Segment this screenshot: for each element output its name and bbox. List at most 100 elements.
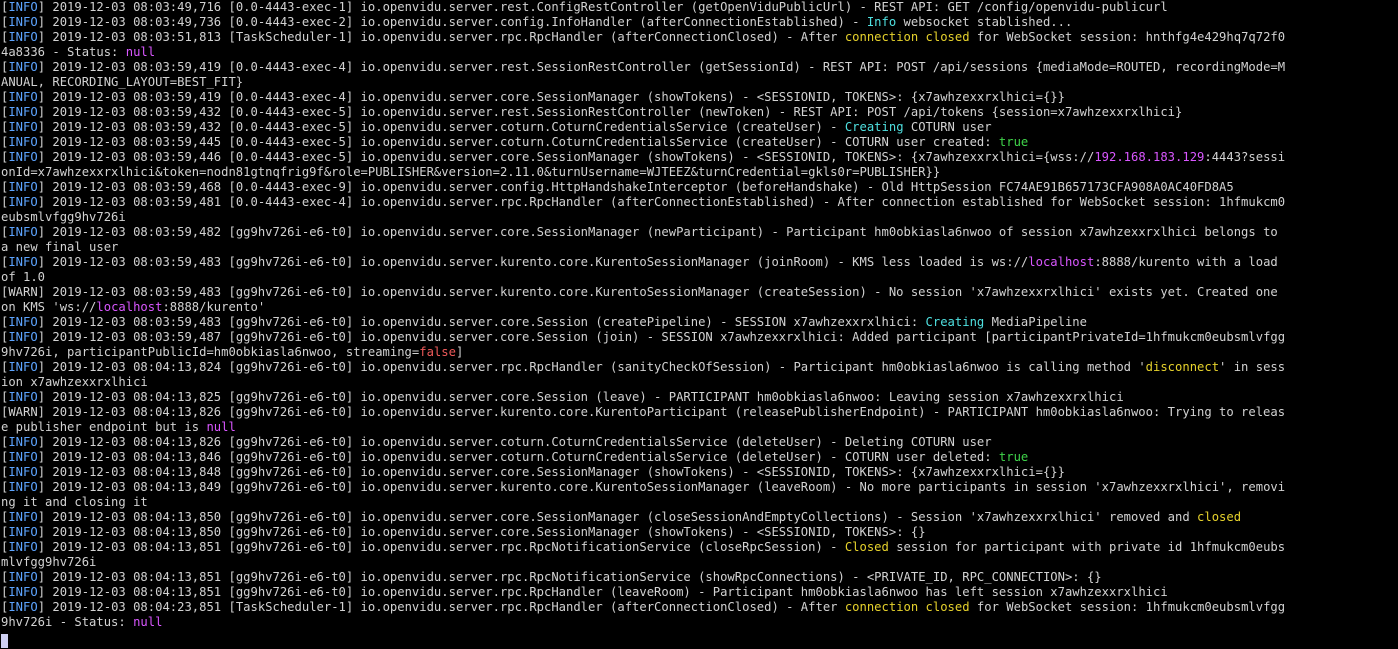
log-segment: ] 2019-12-03 08:04:13,851 [gg9hv726i-e6-… <box>37 585 1168 599</box>
log-segment: ] 2019-12-03 08:04:13,825 [gg9hv726i-e6-… <box>37 390 1124 404</box>
log-line: [INFO] 2019-12-03 08:04:13,826 [gg9hv726… <box>1 435 1398 450</box>
log-line: [INFO] 2019-12-03 08:03:49,736 [0.0-4443… <box>1 15 1398 30</box>
log-segment: ] 2019-12-03 08:03:59,482 [gg9hv726i-e6-… <box>37 225 1278 239</box>
log-segment: ' in sess <box>1219 360 1286 374</box>
log-segment: INFO <box>8 0 38 14</box>
log-line: [WARN] 2019-12-03 08:03:59,483 [gg9hv726… <box>1 285 1398 300</box>
log-line: [INFO] 2019-12-03 08:04:13,850 [gg9hv726… <box>1 510 1398 525</box>
log-segment: closed <box>925 30 970 44</box>
log-segment: INFO <box>8 90 38 104</box>
log-segment: connection <box>844 600 919 614</box>
log-segment: null <box>133 615 163 629</box>
log-segment: ] <box>455 345 464 359</box>
log-segment: INFO <box>8 15 38 29</box>
log-line: [INFO] 2019-12-03 08:04:13,846 [gg9hv726… <box>1 450 1398 465</box>
log-segment: [WARN] 2019-12-03 08:04:13,826 [gg9hv726… <box>1 405 1286 419</box>
log-segment: INFO <box>8 195 38 209</box>
log-segment: ] 2019-12-03 08:04:13,851 [gg9hv726i-e6-… <box>37 570 1102 584</box>
log-segment: a new final user <box>1 240 119 254</box>
log-segment: localhost <box>96 300 163 314</box>
log-segment: ] 2019-12-03 08:03:49,736 [0.0-4443-exec… <box>37 15 867 29</box>
log-line: [INFO] 2019-12-03 08:03:59,419 [0.0-4443… <box>1 90 1398 105</box>
log-segment: ] 2019-12-03 08:03:51,813 [TaskScheduler… <box>37 30 845 44</box>
log-segment: ] 2019-12-03 08:04:23,851 [TaskScheduler… <box>37 600 845 614</box>
log-segment: closed <box>925 600 970 614</box>
log-line: [INFO] 2019-12-03 08:03:59,432 [0.0-4443… <box>1 105 1398 120</box>
log-segment: INFO <box>8 570 38 584</box>
log-segment: true <box>998 450 1029 464</box>
log-segment: INFO <box>8 315 38 329</box>
log-segment: INFO <box>8 30 38 44</box>
log-segment: ] 2019-12-03 08:04:13,851 [gg9hv726i-e6-… <box>37 540 845 554</box>
log-segment: INFO <box>8 360 38 374</box>
log-segment: ] 2019-12-03 08:03:59,419 [0.0-4443-exec… <box>37 60 1286 74</box>
log-segment <box>918 600 925 614</box>
log-segment: :4443?sessi <box>1204 150 1286 164</box>
log-line: a new final user <box>1 240 1398 255</box>
log-line: 9hv726i - Status: null <box>1 615 1398 630</box>
log-segment: on KMS 'ws:// <box>1 300 97 314</box>
log-line: [INFO] 2019-12-03 08:04:13,824 [gg9hv726… <box>1 360 1398 375</box>
log-segment: INFO <box>8 510 38 524</box>
log-segment: MediaPipeline <box>984 315 1087 329</box>
log-segment: ] 2019-12-03 08:03:59,446 [0.0-4443-exec… <box>37 150 1095 164</box>
log-segment: ] 2019-12-03 08:03:59,468 [0.0-4443-exec… <box>37 180 1234 194</box>
log-output: [INFO] 2019-12-03 08:03:49,716 [0.0-4443… <box>1 0 1398 630</box>
log-line: 4a8336 - Status: null <box>1 45 1398 60</box>
log-segment: false <box>419 345 456 359</box>
log-segment: ] 2019-12-03 08:04:13,824 [gg9hv726i-e6-… <box>37 360 1146 374</box>
log-segment: true <box>998 135 1029 149</box>
log-line: [INFO] 2019-12-03 08:03:59,487 [gg9hv726… <box>1 330 1398 345</box>
log-line: [INFO] 2019-12-03 08:04:13,850 [gg9hv726… <box>1 525 1398 540</box>
log-segment: INFO <box>8 465 38 479</box>
log-line: [INFO] 2019-12-03 08:03:59,481 [0.0-4443… <box>1 195 1398 210</box>
log-segment: ] 2019-12-03 08:04:13,846 [gg9hv726i-e6-… <box>37 450 999 464</box>
log-line: [INFO] 2019-12-03 08:03:59,483 [gg9hv726… <box>1 255 1398 270</box>
log-segment: Info <box>866 15 897 29</box>
log-line: [INFO] 2019-12-03 08:04:13,851 [gg9hv726… <box>1 540 1398 555</box>
log-segment: INFO <box>8 150 38 164</box>
log-segment: INFO <box>8 540 38 554</box>
log-segment: INFO <box>8 135 38 149</box>
log-segment: Creating <box>844 120 904 134</box>
log-line: [INFO] 2019-12-03 08:04:13,851 [gg9hv726… <box>1 570 1398 585</box>
log-line: [INFO] 2019-12-03 08:04:23,851 [TaskSche… <box>1 600 1398 615</box>
log-segment: Closed <box>844 540 889 554</box>
log-segment: ion x7awhzexxrxlhici <box>1 375 148 389</box>
log-segment: [WARN] 2019-12-03 08:03:59,483 [gg9hv726… <box>1 285 1278 299</box>
log-line: mlvfgg9hv726i <box>1 555 1398 570</box>
log-segment: null <box>125 45 156 59</box>
log-line: [WARN] 2019-12-03 08:04:13,826 [gg9hv726… <box>1 405 1398 420</box>
log-line: [INFO] 2019-12-03 08:04:13,849 [gg9hv726… <box>1 480 1398 495</box>
log-segment: ] 2019-12-03 08:03:49,716 [0.0-4443-exec… <box>37 0 1168 14</box>
log-segment: 4a8336 - Status: <box>1 45 126 59</box>
log-segment: ] 2019-12-03 08:03:59,432 [0.0-4443-exec… <box>37 105 1183 119</box>
log-line: ion x7awhzexxrxlhici <box>1 375 1398 390</box>
log-line: [INFO] 2019-12-03 08:03:59,468 [0.0-4443… <box>1 180 1398 195</box>
log-segment <box>918 30 925 44</box>
log-segment: ] 2019-12-03 08:03:59,432 [0.0-4443-exec… <box>37 120 845 134</box>
log-segment: ng it and closing it <box>1 495 148 509</box>
log-line: [INFO] 2019-12-03 08:03:59,482 [gg9hv726… <box>1 225 1398 240</box>
log-segment: closed <box>1197 510 1242 524</box>
log-line: e publisher endpoint but is null <box>1 420 1398 435</box>
log-segment: ] 2019-12-03 08:04:13,850 [gg9hv726i-e6-… <box>37 525 926 539</box>
log-segment: ] 2019-12-03 08:04:13,848 [gg9hv726i-e6-… <box>37 465 1065 479</box>
log-segment: for WebSocket session: 1hfmukcm0eubsmlvf… <box>969 600 1286 614</box>
log-segment: null <box>206 420 236 434</box>
log-segment: websocket stablished... <box>896 15 1073 29</box>
log-line: ng it and closing it <box>1 495 1398 510</box>
terminal-window[interactable]: [INFO] 2019-12-03 08:03:49,716 [0.0-4443… <box>0 0 1398 649</box>
log-segment: ] 2019-12-03 08:04:13,849 [gg9hv726i-e6-… <box>37 480 1286 494</box>
log-segment: INFO <box>8 120 38 134</box>
log-line: [INFO] 2019-12-03 08:04:13,825 [gg9hv726… <box>1 390 1398 405</box>
log-segment: ] 2019-12-03 08:03:59,419 [0.0-4443-exec… <box>37 90 1065 104</box>
log-segment: ] 2019-12-03 08:04:13,850 [gg9hv726i-e6-… <box>37 510 1198 524</box>
log-segment: :8888/kurento' <box>162 300 266 314</box>
log-line: of 1.0 <box>1 270 1398 285</box>
log-segment: INFO <box>8 480 38 494</box>
log-line: [INFO] 2019-12-03 08:03:49,716 [0.0-4443… <box>1 0 1398 15</box>
log-segment: INFO <box>8 225 38 239</box>
log-line: [INFO] 2019-12-03 08:04:13,851 [gg9hv726… <box>1 585 1398 600</box>
log-segment: INFO <box>8 525 38 539</box>
